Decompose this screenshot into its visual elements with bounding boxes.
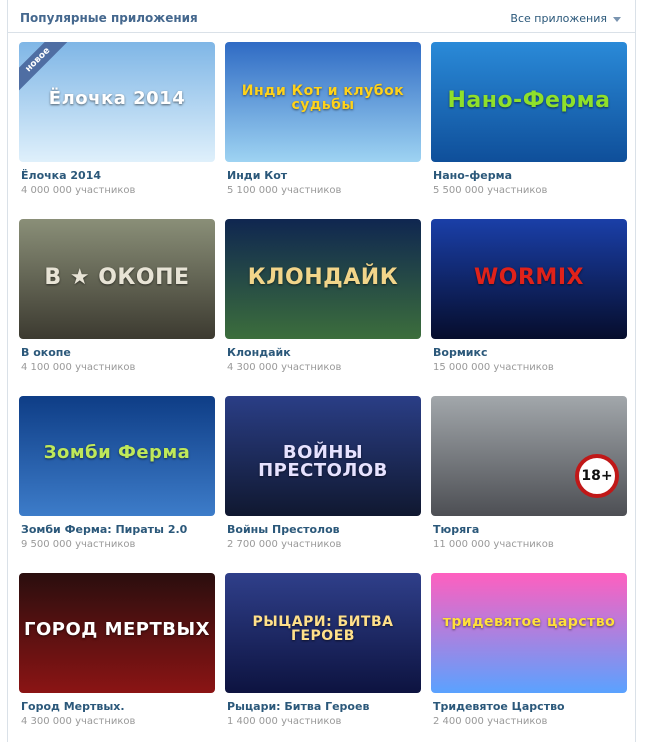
participants-count: 4 300 000 участников (21, 716, 136, 727)
app-thumbnail[interactable]: РЫЦАРИ: БИТВА ГЕРОЕВ (225, 573, 421, 693)
participants-count: 4 000 000 участников (21, 185, 136, 196)
all-apps-label: Все приложения (510, 12, 607, 25)
thumbnail-logo-text: Нано-Ферма (447, 88, 611, 113)
app-title-link[interactable]: Вормикс (433, 346, 627, 359)
app-thumbnail[interactable]: тридевятое царство (431, 573, 627, 693)
thumbnail-logo-text: Зомби Ферма (43, 442, 191, 463)
thumbnail-logo-text: РЫЦАРИ: БИТВА ГЕРОЕВ (252, 614, 394, 644)
popular-apps-panel: Популярные приложения Все приложения нов… (7, 0, 636, 742)
app-title-link[interactable]: Тридевятое Царство (433, 700, 627, 713)
app-title-link[interactable]: Клондайк (227, 346, 421, 359)
app-thumbnail[interactable]: 18+ (431, 396, 627, 516)
participants-count: 11 000 000 участников (433, 539, 554, 550)
thumbnail-logo-text: ГОРОД МЕРТВЫХ (24, 619, 210, 640)
app-title-link[interactable]: Ёлочка 2014 (21, 169, 215, 182)
participants-count: 4 300 000 участников (227, 362, 342, 373)
app-thumbnail[interactable]: КЛОНДАЙК (225, 219, 421, 339)
participants-count: 15 000 000 участников (433, 362, 554, 373)
participants-count: 2 400 000 участников (433, 716, 548, 727)
app-thumbnail[interactable]: ВОЙНЫ ПРЕСТОЛОВ (225, 396, 421, 516)
app-thumbnail[interactable]: ГОРОД МЕРТВЫХ (19, 573, 215, 693)
participants-count: 4 100 000 участников (21, 362, 136, 373)
thumbnail-logo-text: КЛОНДАЙК (247, 265, 399, 290)
participants-count: 1 400 000 участников (227, 716, 342, 727)
panel-title: Популярные приложения (20, 11, 198, 25)
thumbnail-logo-text: WORMIX (474, 265, 584, 290)
app-thumbnail[interactable]: WORMIX (431, 219, 627, 339)
chevron-down-icon (613, 16, 621, 22)
participants-count: 9 500 000 участников (21, 539, 136, 550)
app-thumbnail[interactable]: Нано-Ферма (431, 42, 627, 162)
thumbnail-logo-text: Ёлочка 2014 (48, 88, 186, 109)
thumbnail-logo-text: тридевятое царство (442, 614, 616, 630)
new-badge: новое (19, 42, 73, 95)
app-title-link[interactable]: Рыцари: Битва Героев (227, 700, 421, 713)
app-title-link[interactable]: В окопе (21, 346, 215, 359)
all-apps-link[interactable]: Все приложения (510, 12, 621, 25)
participants-count: 5 500 000 участников (433, 185, 548, 196)
app-thumbnail[interactable]: новое Ёлочка 2014 (19, 42, 215, 162)
app-title-link[interactable]: Инди Кот (227, 169, 421, 182)
app-title-link[interactable]: Тюряга (433, 523, 627, 536)
app-thumbnail[interactable]: В ★ ОКОПЕ (19, 219, 215, 339)
app-title-link[interactable]: Нано-ферма (433, 169, 627, 182)
app-title-link[interactable]: Войны Престолов (227, 523, 421, 536)
thumbnail-logo-text: В ★ ОКОПЕ (44, 265, 190, 290)
app-title-link[interactable]: Город Мертвых. (21, 700, 215, 713)
participants-count: 5 100 000 участников (227, 185, 342, 196)
app-thumbnail[interactable]: Зомби Ферма (19, 396, 215, 516)
thumbnail-logo-text: ВОЙНЫ ПРЕСТОЛОВ (258, 442, 388, 481)
panel-header: Популярные приложения Все приложения (8, 7, 635, 33)
app-title-link[interactable]: Зомби Ферма: Пираты 2.0 (21, 523, 215, 536)
thumbnail-logo-text: Инди Кот и клубок судьбы (241, 83, 405, 113)
participants-count: 2 700 000 участников (227, 539, 342, 550)
age-rating-badge: 18+ (575, 454, 619, 498)
app-thumbnail[interactable]: Инди Кот и клубок судьбы (225, 42, 421, 162)
